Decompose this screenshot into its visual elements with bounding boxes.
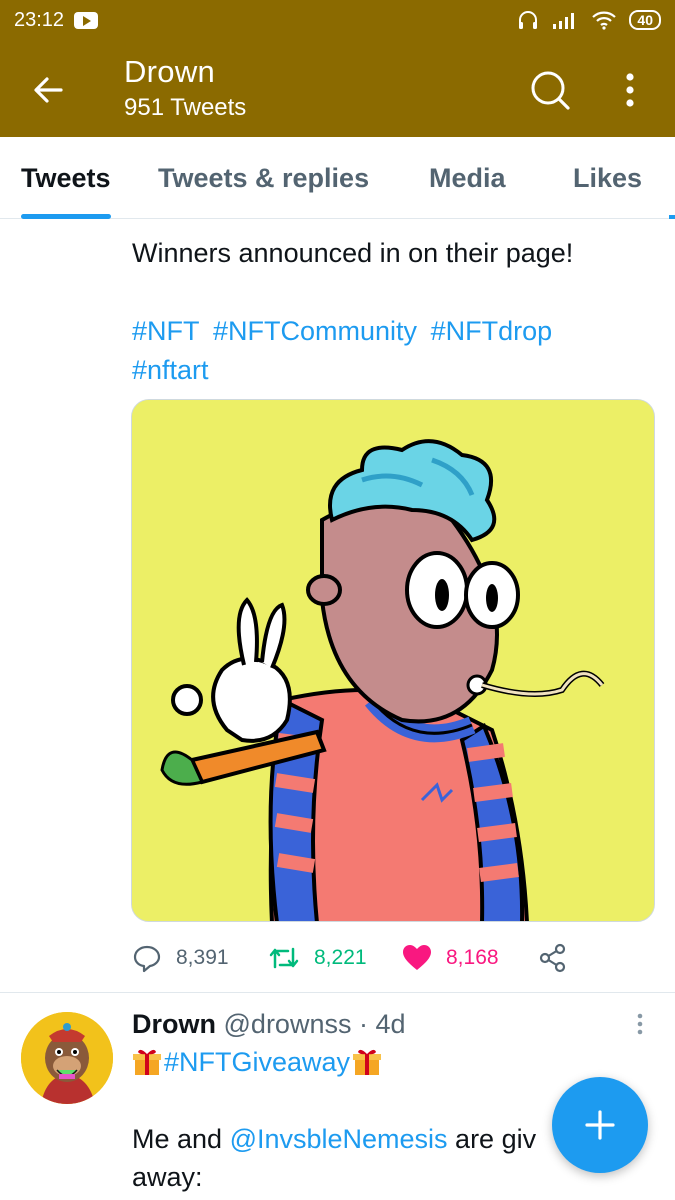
retweet-button[interactable]: 8,221 <box>268 943 367 973</box>
tweet-text: Winners announced in on their page! <box>132 238 574 268</box>
tweet-hashtags: #NFT #NFTCommunity #NFTdrop #nftart <box>132 312 652 390</box>
profile-app-bar: Drown 951 Tweets <box>0 40 675 137</box>
status-bar: 23:12 40 <box>0 0 675 40</box>
tweet-more-icon[interactable] <box>630 1012 650 1036</box>
wifi-icon <box>592 11 617 30</box>
heart-icon <box>403 945 431 970</box>
retweet-icon <box>269 947 299 969</box>
headphones-icon <box>519 11 538 29</box>
share-icon <box>539 943 566 973</box>
hashtag-link[interactable]: #NFT <box>132 316 200 346</box>
hashtag-link[interactable]: #NFTGiveaway <box>164 1044 350 1080</box>
tweet-author-handle[interactable]: @drownss <box>224 1009 352 1039</box>
plus-icon <box>585 1110 615 1140</box>
tweet-separator: · <box>358 1009 368 1039</box>
like-count: 8,168 <box>446 946 499 969</box>
hashtag-link[interactable]: #NFTdrop <box>431 316 553 346</box>
tab-tweets[interactable]: Tweets <box>21 137 111 219</box>
retweet-count: 8,221 <box>314 946 367 969</box>
hashtag-link[interactable]: #nftart <box>132 355 209 385</box>
share-button[interactable] <box>538 943 568 973</box>
youtube-notification-icon <box>74 11 99 29</box>
reply-button[interactable]: 8,391 <box>132 943 229 973</box>
more-options-icon[interactable] <box>612 68 648 112</box>
tweet-divider <box>0 992 675 993</box>
tab-tweets-and-replies[interactable]: Tweets & replies <box>158 137 369 219</box>
tweet-timestamp[interactable]: 4d <box>376 1009 406 1039</box>
profile-name: Drown <box>124 54 216 89</box>
hashtag-link[interactable]: #NFTCommunity <box>213 316 417 346</box>
tweet-hashtag-line: #NFTGiveaway <box>132 1044 382 1080</box>
reply-count: 8,391 <box>176 946 229 969</box>
profile-tab-bar: Tweets Tweets & replies Media Likes <box>0 137 675 219</box>
ape-avatar-illustration <box>21 1012 113 1104</box>
tweet-body: Me and @InvsbleNemesis are giv away: <box>132 1120 572 1196</box>
nft-character-illustration <box>132 400 654 921</box>
status-time: 23:12 <box>14 8 65 31</box>
signal-icon <box>553 13 575 29</box>
tweet-body-text: Me and <box>132 1124 230 1154</box>
reply-icon <box>133 945 161 973</box>
back-arrow-icon[interactable] <box>28 70 68 110</box>
tweet-author-name[interactable]: Drown <box>132 1009 216 1039</box>
avatar[interactable] <box>21 1012 113 1104</box>
tweet-action-bar: 8,391 8,221 8,168 <box>132 938 652 978</box>
tweet-body-text: away: <box>132 1162 203 1192</box>
profile-title-block: Drown 951 Tweets <box>124 54 246 122</box>
tab-scroll-indicator <box>669 215 675 219</box>
mention-link[interactable]: @InvsbleNemesis <box>230 1124 448 1154</box>
tweet-body-text: are giv <box>447 1124 537 1154</box>
tweet-media-image[interactable] <box>131 399 655 922</box>
tab-media[interactable]: Media <box>429 137 506 219</box>
tweet-count: 951 Tweets <box>124 94 247 121</box>
like-button[interactable]: 8,168 <box>402 944 499 972</box>
gift-emoji-icon <box>133 1049 161 1075</box>
tweet-header: Drown @drownss · 4d <box>132 1006 406 1042</box>
battery-indicator: 40 <box>629 10 661 30</box>
gift-emoji-icon <box>353 1049 382 1075</box>
tab-likes[interactable]: Likes <box>573 137 642 219</box>
compose-tweet-button[interactable] <box>552 1077 648 1173</box>
search-icon[interactable] <box>528 68 572 112</box>
